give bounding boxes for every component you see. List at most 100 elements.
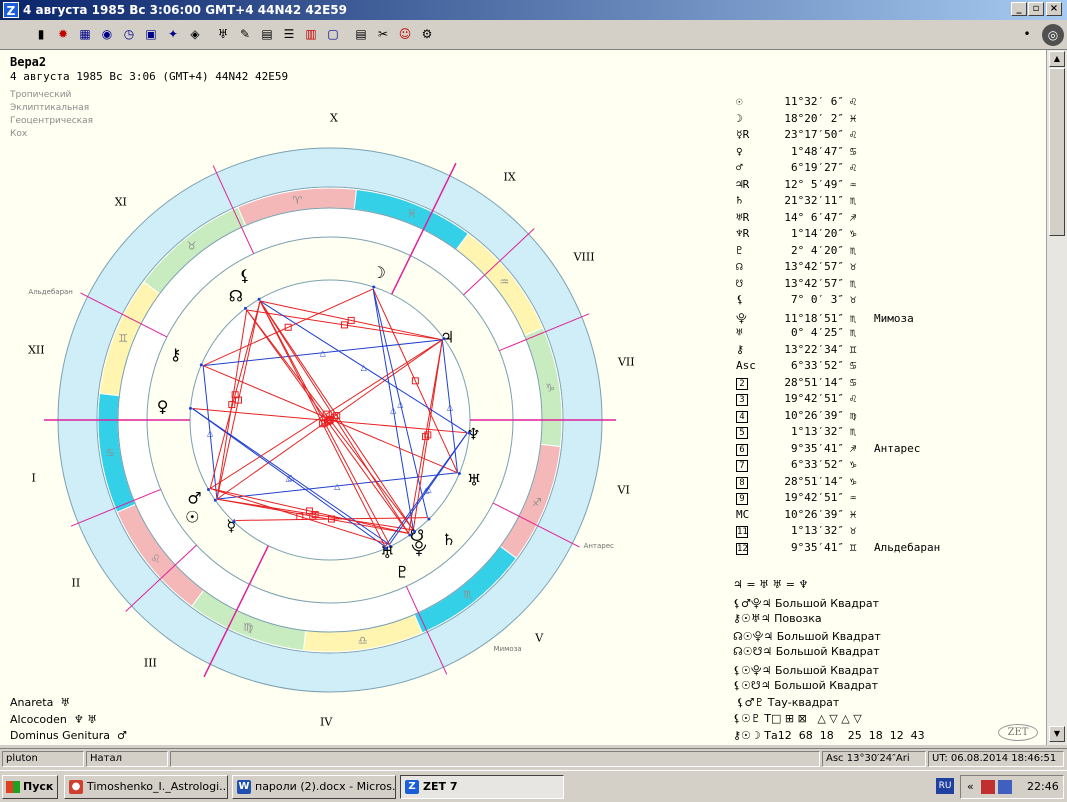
configuration-row: ♃ = ♅ ♅ = ♆ (733, 578, 812, 591)
task-word[interactable]: Wпароли (2).docx - Micros... (232, 775, 396, 799)
table-icon[interactable]: ▤ (258, 25, 276, 43)
position-degree: 1°13′32″ (791, 524, 844, 537)
position-sign: ♋ (849, 359, 857, 372)
position-row: ♇ 2° 4′20″ ♏ (736, 244, 874, 260)
aspect-trine-marker: △ (390, 405, 397, 414)
person-icon[interactable]: ☺ (396, 25, 414, 43)
stars-icon[interactable]: ✦ (164, 25, 182, 43)
position-row: ⚷ 13°22′34″ ♊ (736, 343, 874, 359)
toolbar: ▮ ✹ ▦ ◉ ◷ ▣ ✦ ◈ ♅ ✎ ▤ ☰ ▥ ▢ ▤ ✂ ☺ ⚙ • ◎ (0, 20, 1067, 50)
fixed-star-label: Альдебаран (28, 288, 73, 297)
tools-icon[interactable]: ✂ (374, 25, 392, 43)
document-icon[interactable]: ▤ (352, 25, 370, 43)
configuration-symbols: ⚷☉♅♃ (733, 611, 771, 625)
position-degree: 7° 0′ 3″ (791, 293, 844, 306)
planet-icon[interactable]: ◈ (186, 25, 204, 43)
planet-dot (188, 406, 192, 410)
settings-icon[interactable]: ⚙ (418, 25, 436, 43)
maximize-button[interactable]: ▫ (1028, 2, 1044, 16)
planet-dot (384, 546, 388, 550)
scroll-up-icon[interactable]: ▲ (1049, 51, 1065, 67)
planet-dot (457, 471, 461, 475)
position-symbol: ☉ (736, 95, 743, 108)
configuration-symbols: ⚸☉♇ Т□ ⊞ ⊠ (733, 712, 807, 726)
task-chrome[interactable]: ● Timoshenko_I._Astrologi... (64, 775, 228, 799)
position-symbol: ⚷ (736, 342, 745, 356)
position-sign: ♒ (849, 177, 857, 191)
scroll-thumb[interactable] (1049, 68, 1065, 236)
planet-glyph-8: ♅ (467, 471, 481, 490)
grid-icon[interactable]: ▦ (76, 25, 94, 43)
globe-icon[interactable]: ◉ (98, 25, 116, 43)
configuration-name: Повозка (774, 611, 822, 625)
vertical-scrollbar[interactable]: ▲ ▼ (1046, 50, 1067, 745)
ephemeris-icon[interactable]: ▥ (302, 25, 320, 43)
planet-dot (408, 533, 412, 537)
pen-icon[interactable]: ✎ (236, 25, 254, 43)
position-degree: 11°18′51″ (784, 311, 844, 325)
graph-icon[interactable]: ▢ (324, 25, 342, 43)
scroll-down-icon[interactable]: ▼ (1049, 726, 1065, 742)
planet-glyph-16: ⚷ (170, 345, 182, 364)
house-label-VIII: VIII (573, 250, 595, 264)
chart-options-icon[interactable]: ◎ (1042, 24, 1064, 46)
configuration-name: 25 18 12 43 (837, 729, 925, 743)
position-sign: ♏ (849, 425, 857, 438)
clock-icon[interactable]: ◷ (120, 25, 138, 43)
minimize-button[interactable]: _ (1011, 2, 1027, 16)
planet-dot (232, 520, 236, 524)
windows-flag-icon (6, 781, 20, 793)
position-row: 2 28°51′14″ ♋ (736, 376, 874, 392)
zodiac-sign-glyph: ♑ (545, 381, 555, 394)
planet-dot (372, 285, 376, 289)
position-row: 3 19°42′51″ ♌ (736, 392, 874, 408)
planet-dot (257, 297, 261, 301)
task-zet[interactable]: Z ZET 7 (400, 775, 564, 799)
planet-dot (427, 517, 431, 521)
position-row: ♄ 21°32′11″ ♏ (736, 194, 874, 210)
tray-network-icon[interactable] (998, 780, 1012, 794)
start-button[interactable]: Пуск (2, 775, 58, 799)
ruler-value: ♅ (60, 696, 71, 709)
zodiac-sign-glyph: ♎ (358, 634, 368, 647)
toolbar-dot-button[interactable]: • (1018, 25, 1036, 43)
close-button[interactable]: × (1046, 2, 1062, 16)
ruler-label: Anareta (10, 696, 54, 709)
tray-expand-icon[interactable]: « (967, 776, 974, 798)
position-symbol: ☊ (736, 260, 743, 273)
position-symbol: ♅R (736, 210, 750, 224)
position-sign: ♉ (849, 293, 857, 306)
configuration-symbols: ☊☉⯓♃ (733, 630, 774, 644)
planet-glyph-1: ☉ (185, 507, 199, 526)
tray-antivirus-icon[interactable] (981, 780, 995, 794)
position-sign: ♑ (849, 227, 857, 240)
position-degree: 2° 4′20″ (791, 243, 844, 257)
aspect-trine-marker: △ (286, 474, 293, 483)
position-sign: ♐ (849, 210, 857, 224)
configuration-symbols: ⚷☉☽ Та12 68 18 (733, 729, 834, 743)
map-icon[interactable]: ▣ (142, 25, 160, 43)
zodiac-sign-glyph: ♊ (118, 332, 128, 345)
configuration-row: ☊☉☋♃ Большой Квадрат (733, 645, 880, 658)
calendar-icon[interactable]: ▮ (32, 25, 50, 43)
position-row: 5 1°13′32″ ♏ (736, 425, 874, 441)
fire-icon[interactable]: ✹ (54, 25, 72, 43)
task-zet-label: ZET 7 (423, 780, 458, 793)
position-symbol: ♇ (736, 243, 743, 257)
planet-dot (213, 498, 217, 502)
language-indicator[interactable]: RU (936, 778, 954, 794)
position-degree: 13°42′57″ (784, 276, 844, 290)
configuration-row: ⚸☉♇ Т□ ⊞ ⊠ △ ▽ △ ▽ (733, 712, 862, 725)
configuration-row: ⚸♂♇ Тау-квадрат (733, 696, 839, 709)
zodiac-sign-glyph: ♐ (532, 496, 542, 509)
position-degree: 28°51′14″ (784, 375, 844, 389)
aspect-icon[interactable]: ♅ (214, 25, 232, 43)
position-symbol: 7 (736, 460, 748, 472)
position-row: MC 10°26′39″ ♓ (736, 508, 874, 524)
position-degree: 13°22′34″ (784, 342, 844, 356)
configuration-symbols: ♃ = ♅ ♅ = ♆ (733, 578, 809, 591)
position-row: ☿R 23°17′50″ ♌ (736, 128, 874, 144)
position-degree: 0° 4′25″ (791, 326, 844, 339)
configuration-symbols: ⚸♂⯓♃ (733, 596, 772, 610)
list-icon[interactable]: ☰ (280, 25, 298, 43)
